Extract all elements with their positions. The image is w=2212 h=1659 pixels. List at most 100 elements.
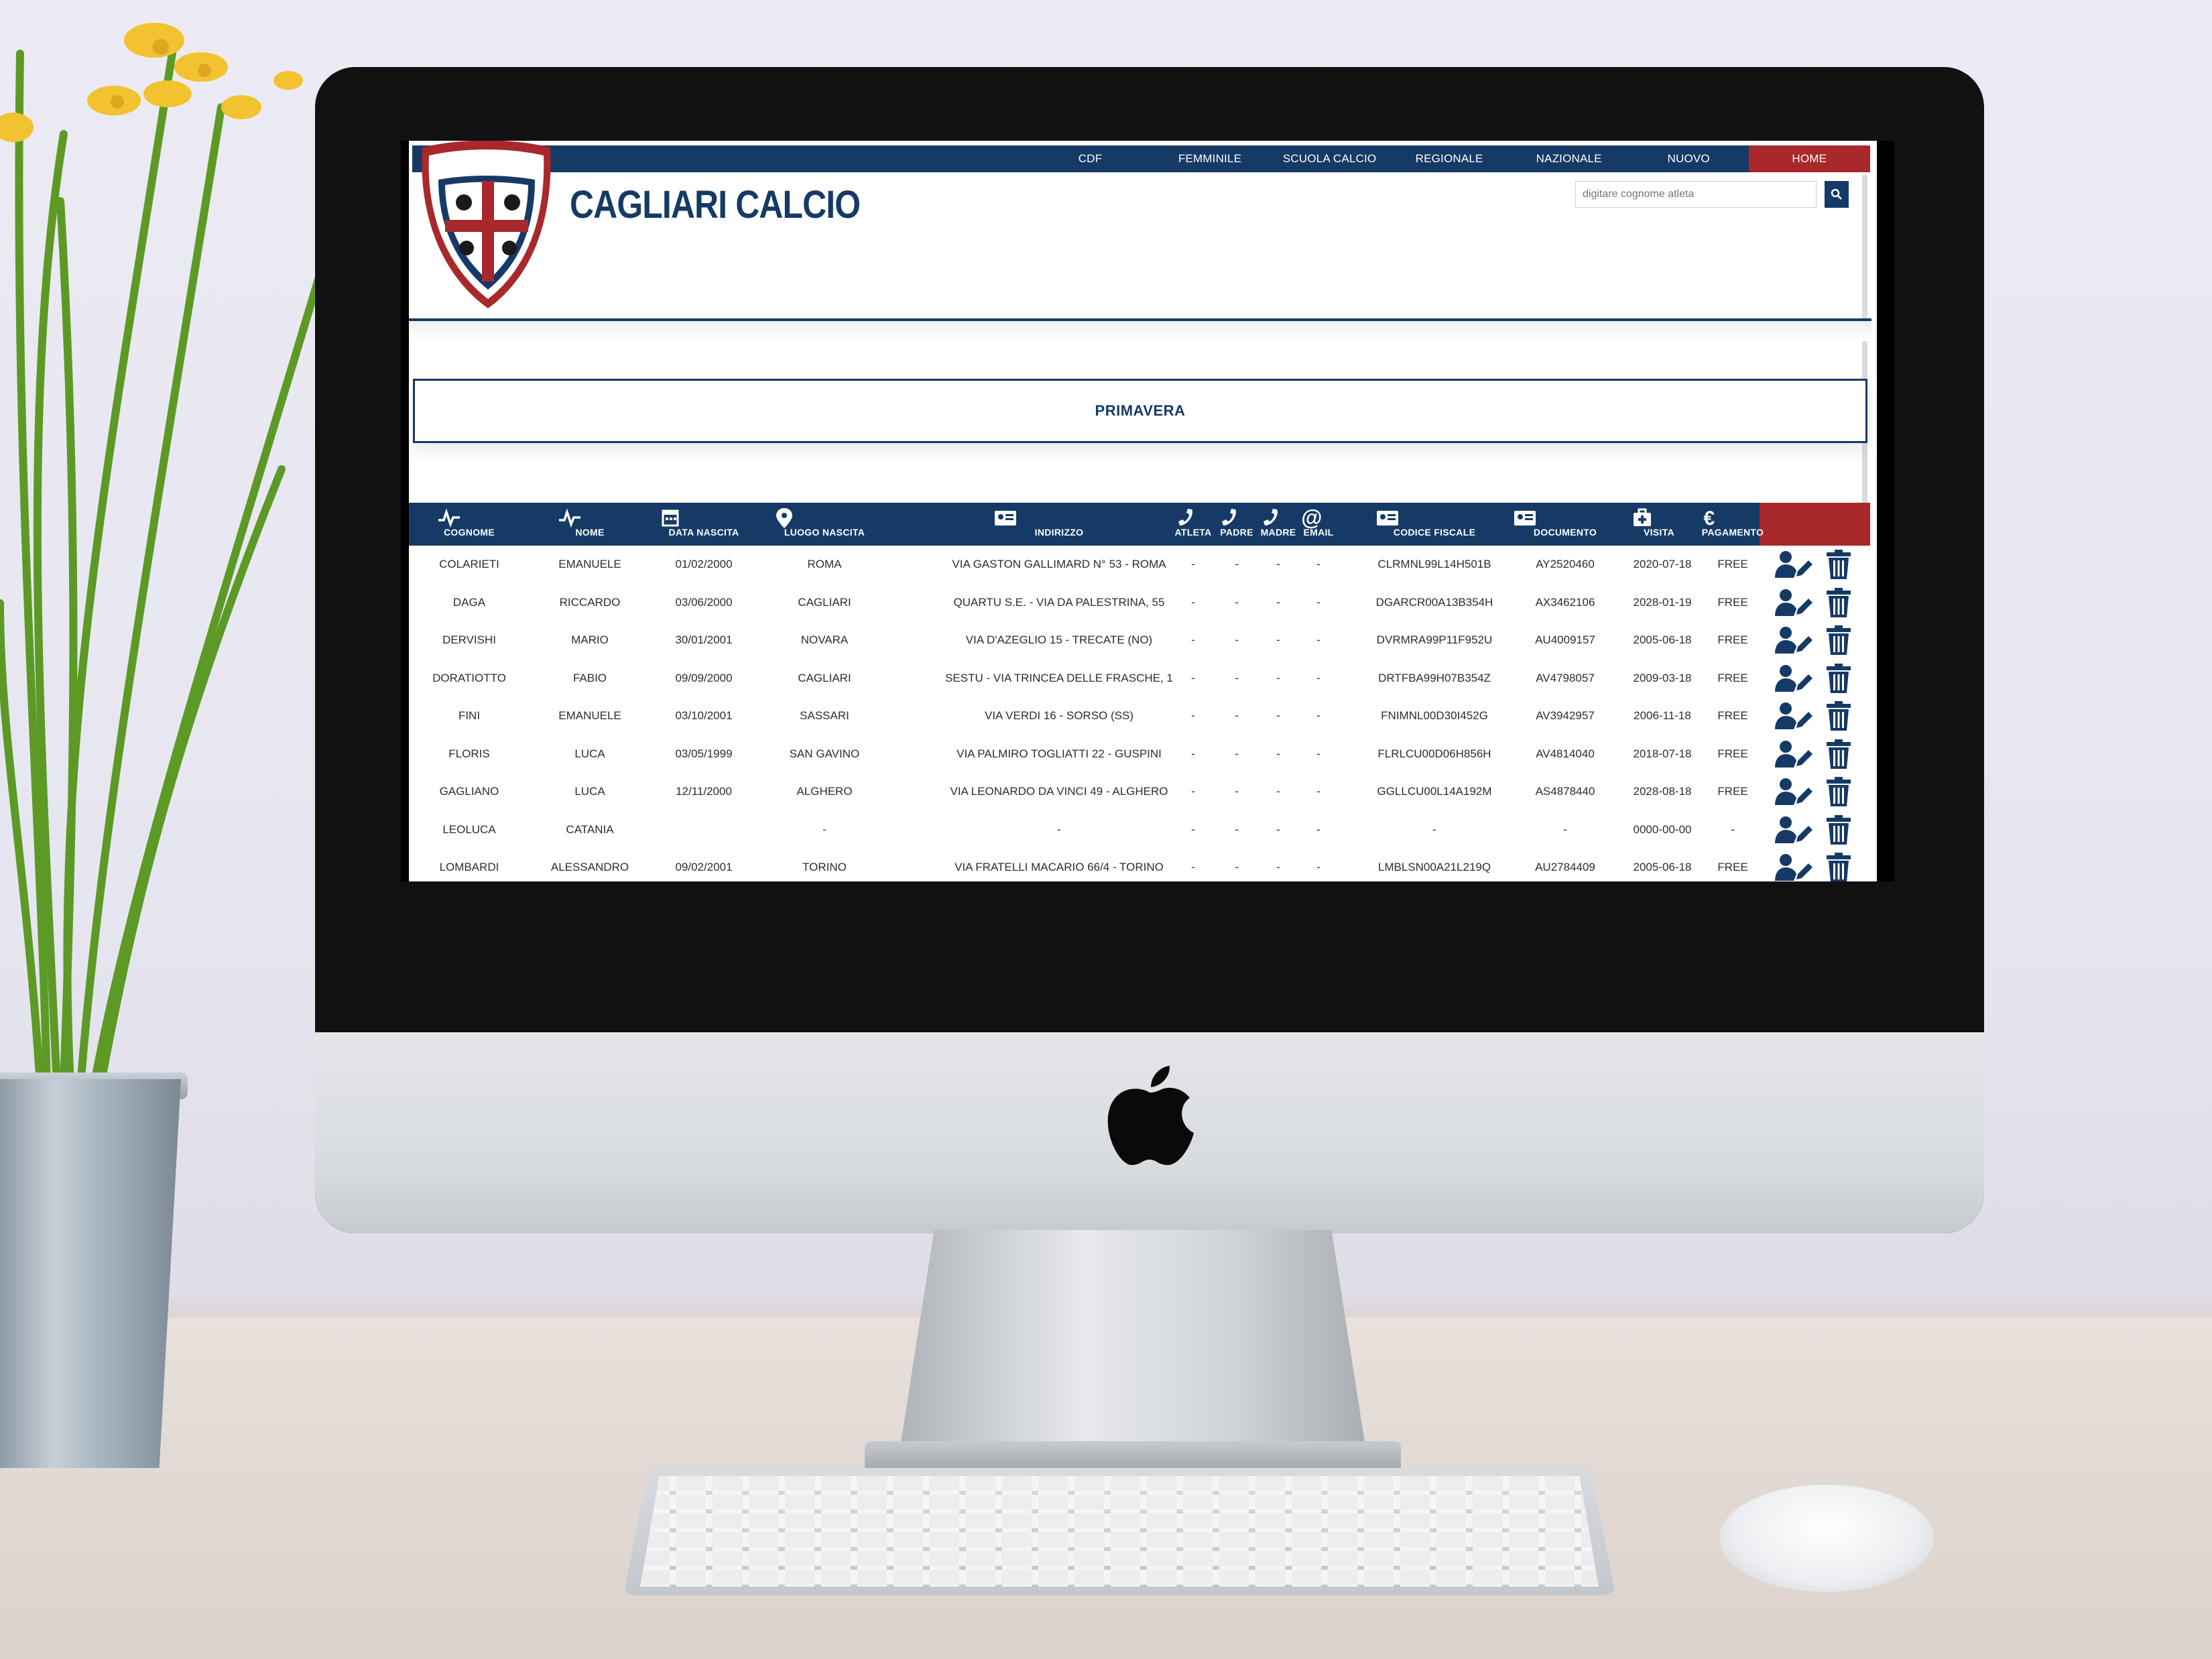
cell-cognome: FLORIS [448, 747, 490, 760]
th-pagamento[interactable]: € PAGAMENTO [1696, 503, 1770, 546]
trash-icon [1826, 814, 1851, 845]
keyboard-keys [640, 1476, 1599, 1587]
cell-madre: - [1276, 558, 1280, 570]
nav-item-femminile[interactable]: FEMMINILE [1150, 152, 1270, 166]
delete-button[interactable] [1820, 663, 1857, 693]
th-email[interactable]: @ EMAIL [1298, 503, 1339, 546]
cell-atleta: - [1191, 633, 1195, 646]
edit-user-button[interactable] [1770, 550, 1817, 579]
cell-documento: - [1563, 822, 1567, 836]
cell-codice-fiscale: FNIMNL00D30I452G [1381, 709, 1488, 722]
top-nav: CDF FEMMINILE SCUOLA CALCIO REGIONALE NA… [412, 145, 1870, 172]
edit-user-button[interactable] [1770, 815, 1817, 845]
browser-viewport: CDF FEMMINILE SCUOLA CALCIO REGIONALE NA… [409, 141, 1877, 881]
cell-codice-fiscale: DVRMRA99P11F952U [1376, 633, 1493, 646]
cell-indirizzo: QUARTU S.E. - VIA DA PALESTRINA, 55 [953, 595, 1165, 609]
edit-user-button[interactable] [1770, 588, 1817, 617]
edit-user-button[interactable] [1770, 625, 1817, 655]
table-row[interactable]: COLARIETI EMANUELE 01/02/2000 ROMA VIA G… [409, 546, 1870, 584]
delete-button[interactable] [1820, 777, 1857, 806]
cell-documento: AS4878440 [1535, 785, 1595, 798]
edit-user-button[interactable] [1770, 739, 1817, 769]
search-input[interactable] [1575, 181, 1817, 208]
cell-codice-fiscale: CLRMNL99L14H501B [1377, 558, 1491, 570]
th-nome[interactable]: NOME [556, 503, 623, 546]
cell-codice-fiscale: DRTFBA99H07B354Z [1378, 671, 1491, 684]
cell-nome: CATANIA [566, 822, 614, 836]
club-crest-logo[interactable]: CAGLIARI [414, 141, 558, 312]
cell-madre: - [1276, 747, 1280, 760]
delete-button[interactable] [1820, 625, 1857, 655]
nav-item-scuola-calcio[interactable]: SCUOLA CALCIO [1270, 152, 1390, 166]
cell-visita: 2020-07-18 [1633, 558, 1692, 570]
nav-item-nuovo[interactable]: NUOVO [1629, 152, 1749, 166]
nav-item-home[interactable]: HOME [1748, 145, 1870, 172]
table-row[interactable]: LOMBARDI ALESSANDRO 09/02/2001 TORINO VI… [409, 849, 1870, 881]
cell-nome: LUCA [574, 747, 605, 760]
edit-user-button[interactable] [1770, 701, 1817, 731]
cell-atleta: - [1191, 822, 1195, 836]
cell-madre: - [1276, 861, 1280, 873]
map-pin-icon [776, 508, 792, 528]
cell-cognome: LEOLUCA [442, 822, 496, 836]
cell-madre: - [1276, 595, 1280, 609]
cell-indirizzo: SESTU - VIA TRINCEA DELLE FRASCHE, 1 [945, 671, 1173, 684]
edit-user-icon [1775, 702, 1812, 729]
trash-icon [1826, 739, 1851, 769]
scrollbar[interactable] [1862, 174, 1867, 509]
th-visita[interactable]: VISITA [1629, 503, 1689, 546]
delete-button[interactable] [1820, 853, 1857, 881]
cell-nome: ALESSANDRO [550, 861, 629, 873]
cell-atleta: - [1191, 595, 1195, 609]
cell-codice-fiscale: FLRLCU00D06H856H [1377, 747, 1491, 760]
crest-text: CAGLIARI [432, 151, 542, 177]
cell-cognome: FINI [458, 709, 481, 722]
trash-icon [1826, 853, 1851, 881]
cell-codice-fiscale: DGARCR00A13B354H [1375, 595, 1493, 609]
cell-data-nascita: 01/02/2000 [675, 558, 733, 570]
edit-user-button[interactable] [1770, 664, 1817, 693]
cell-pagamento: FREE [1717, 558, 1748, 570]
th-cognome[interactable]: COGNOME [436, 503, 503, 546]
th-codice-fiscale[interactable]: CODICE FISCALE [1374, 503, 1495, 546]
cell-data-nascita [657, 811, 751, 849]
cell-documento: AV3942957 [1536, 709, 1595, 722]
delete-button[interactable] [1820, 814, 1857, 845]
cell-indirizzo: - [1057, 822, 1061, 836]
delete-button[interactable] [1820, 587, 1857, 617]
th-luogo-nascita[interactable]: LUOGO NASCITA [771, 503, 878, 546]
delete-button[interactable] [1820, 550, 1857, 579]
table-row[interactable]: FLORIS LUCA 03/05/1999 SAN GAVINO VIA PA… [409, 735, 1870, 774]
th-madre[interactable]: MADRE [1258, 503, 1298, 546]
table-row[interactable]: DORATIOTTO FABIO 09/09/2000 CAGLIARI SES… [409, 660, 1870, 698]
trash-icon [1826, 550, 1851, 579]
th-atleta[interactable]: ATLETA [1173, 503, 1213, 546]
cell-indirizzo: VIA D'AZEGLIO 15 - TRECATE (NO) [965, 633, 1153, 646]
th-data-nascita[interactable]: DATA NASCITA [657, 503, 751, 546]
th-documento[interactable]: DOCUMENTO [1512, 503, 1619, 546]
cell-luogo-nascita: ROMA [807, 558, 842, 570]
edit-user-button[interactable] [1770, 853, 1817, 881]
cell-email: - [1316, 785, 1320, 798]
table-row[interactable]: GAGLIANO LUCA 12/11/2000 ALGHERO VIA LEO… [409, 773, 1870, 811]
nav-item-cdf[interactable]: CDF [1030, 152, 1150, 166]
phone-icon [1264, 509, 1278, 526]
delete-button[interactable] [1820, 739, 1857, 769]
nav-item-regionale[interactable]: REGIONALE [1390, 152, 1510, 166]
search-button[interactable] [1825, 181, 1849, 208]
cell-cognome: DERVISHI [442, 633, 496, 646]
th-indirizzo[interactable]: INDIRIZZO [992, 503, 1126, 546]
table-row[interactable]: LEOLUCA CATANIA - - - - - - - - 0000-00-… [409, 811, 1870, 849]
delete-button[interactable] [1820, 701, 1857, 731]
th-padre[interactable]: PADRE [1217, 503, 1257, 546]
plant-pot [0, 1079, 181, 1468]
cell-padre: - [1235, 671, 1239, 684]
table-row[interactable]: DAGA RICCARDO 03/06/2000 CAGLIARI QUARTU… [409, 584, 1870, 622]
cell-cognome: LOMBARDI [439, 861, 499, 873]
cell-documento: AV4798057 [1536, 671, 1595, 684]
table-row[interactable]: FINI EMANUELE 03/10/2001 SASSARI VIA VER… [409, 697, 1870, 735]
nav-item-nazionale[interactable]: NAZIONALE [1509, 152, 1629, 166]
table-row[interactable]: DERVISHI MARIO 30/01/2001 NOVARA VIA D'A… [409, 621, 1870, 660]
edit-user-button[interactable] [1770, 777, 1817, 806]
edit-user-icon [1775, 589, 1812, 616]
